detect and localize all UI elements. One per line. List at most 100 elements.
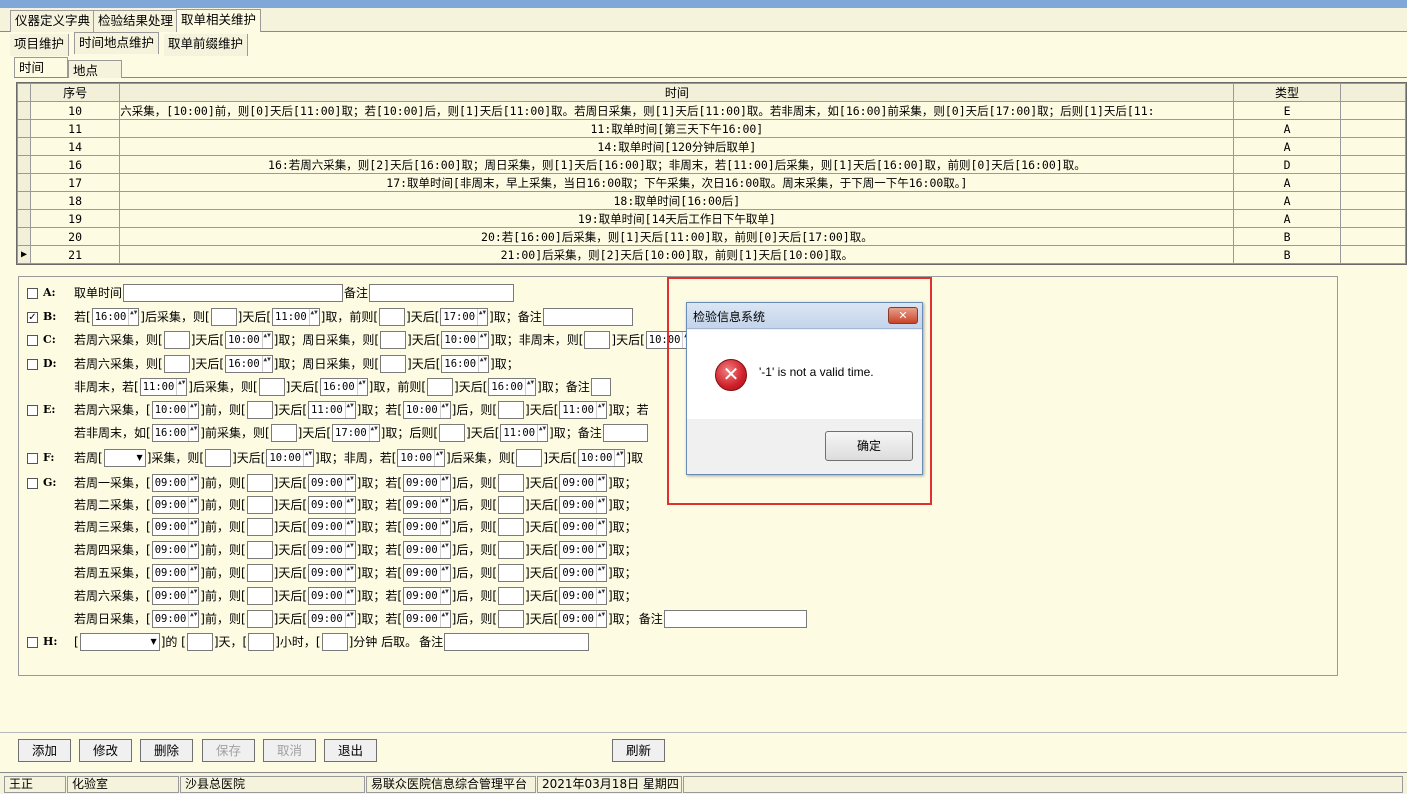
row-indicator[interactable] [17, 209, 31, 228]
number-input[interactable] [498, 496, 525, 514]
tab-prefix-maintenance[interactable]: 取单前缀维护 [164, 34, 249, 56]
spinner-arrows-icon[interactable]: ▲▼ [596, 542, 606, 558]
number-input[interactable] [380, 331, 407, 349]
remark-input[interactable] [542, 308, 633, 326]
row-indicator[interactable] [17, 173, 31, 192]
time-spinner[interactable]: 16:00 ▲▼ [488, 378, 537, 396]
row-indicator[interactable] [17, 227, 31, 246]
cell-blank[interactable] [1339, 119, 1406, 138]
spinner-arrows-icon[interactable]: ▲▼ [596, 565, 606, 581]
time-spinner[interactable]: 09:00 ▲▼ [403, 541, 451, 559]
chevron-down-icon[interactable]: ▼ [137, 448, 143, 468]
number-input[interactable] [163, 355, 190, 373]
spinner-arrows-icon[interactable]: ▲▼ [478, 332, 488, 348]
cell-type[interactable]: D [1233, 155, 1341, 174]
exit-button[interactable]: 退出 [324, 739, 377, 762]
spinner-arrows-icon[interactable]: ▲▼ [344, 611, 355, 627]
spinner-arrows-icon[interactable]: ▲▼ [368, 425, 379, 441]
spinner-arrows-icon[interactable]: ▲▼ [439, 402, 450, 418]
spinner-arrows-icon[interactable]: ▲▼ [344, 519, 355, 535]
time-spinner[interactable]: 17:00 ▲▼ [332, 424, 380, 442]
spinner-arrows-icon[interactable]: ▲▼ [188, 565, 198, 581]
checkbox-a[interactable] [27, 287, 38, 299]
dropdown-select[interactable]: ▼ [79, 633, 160, 651]
dropdown-select[interactable]: ▼ [103, 448, 146, 468]
table-row[interactable]: 18 18:取单时间[16:00后] A [17, 191, 1406, 210]
remark-input[interactable] [369, 284, 515, 302]
remark-input[interactable] [663, 610, 807, 628]
checkbox-e[interactable] [27, 404, 38, 416]
cell-blank[interactable] [1339, 137, 1406, 156]
spinner-arrows-icon[interactable]: ▲▼ [596, 402, 606, 418]
delete-button[interactable]: 删除 [140, 739, 193, 762]
number-input[interactable] [321, 633, 348, 651]
checkbox-f[interactable] [27, 452, 38, 464]
pickup-time-input[interactable] [123, 284, 344, 302]
time-spinner[interactable]: 09:00 ▲▼ [151, 564, 200, 582]
number-input[interactable] [498, 587, 525, 605]
number-input[interactable] [584, 331, 611, 349]
number-input[interactable] [498, 541, 525, 559]
spinner-arrows-icon[interactable]: ▲▼ [596, 497, 606, 513]
number-input[interactable] [380, 355, 407, 373]
table-row[interactable]: 10 六采集，[10:00]前，则[0]天后[11:00]取；若[10:00]后，… [17, 101, 1406, 120]
spinner-arrows-icon[interactable]: ▲▼ [344, 475, 355, 491]
spinner-arrows-icon[interactable]: ▲▼ [344, 497, 355, 513]
number-input[interactable] [270, 424, 297, 442]
spinner-arrows-icon[interactable]: ▲▼ [344, 542, 355, 558]
tab-item-maintenance[interactable]: 项目维护 [10, 34, 70, 56]
cell-blank[interactable] [1339, 191, 1406, 210]
time-spinner[interactable]: 11:00 ▲▼ [559, 401, 607, 419]
cell-blank[interactable] [1339, 209, 1406, 228]
cell-blank[interactable] [1339, 101, 1406, 120]
time-spinner[interactable]: 11:00 ▲▼ [139, 378, 188, 396]
column-header-time[interactable]: 时间 [119, 83, 1235, 102]
time-spinner[interactable]: 10:00▲▼ [441, 331, 490, 349]
remark-input[interactable] [602, 424, 648, 442]
time-spinner[interactable]: 09:00 ▲▼ [403, 474, 451, 492]
table-row[interactable]: 11 11:取单时间[第三天下午16:00] A [17, 119, 1406, 138]
spinner-arrows-icon[interactable]: ▲▼ [188, 519, 198, 535]
number-input[interactable] [246, 610, 273, 628]
cell-no[interactable]: 17 [29, 173, 121, 192]
number-input[interactable] [246, 587, 273, 605]
cell-time[interactable]: 20:若[16:00]后采集，则[1]天后[11:00]取，前则[0]天后[17… [119, 227, 1235, 246]
number-input[interactable] [258, 378, 285, 396]
spinner-arrows-icon[interactable]: ▲▼ [188, 425, 198, 441]
number-input[interactable] [246, 401, 273, 419]
cell-time[interactable]: 18:取单时间[16:00后] [119, 191, 1235, 210]
cell-time[interactable]: 17:取单时间[非周末，早上采集，当日16:00取；下午采集，次日16:00取。… [119, 173, 1235, 192]
time-spinner[interactable]: 09:00 ▲▼ [151, 587, 200, 605]
cell-blank[interactable] [1339, 155, 1406, 174]
checkbox-c[interactable] [27, 334, 38, 346]
spinner-arrows-icon[interactable]: ▲▼ [477, 309, 487, 325]
time-spinner[interactable]: 16:00 ▲▼ [151, 424, 200, 442]
spinner-arrows-icon[interactable]: ▲▼ [439, 611, 450, 627]
time-spinner[interactable]: 09:00 ▲▼ [559, 474, 607, 492]
tab-pickup-maintenance[interactable]: 取单相关维护 [176, 9, 262, 32]
time-spinner[interactable]: 09:00 ▲▼ [559, 518, 607, 536]
cell-time[interactable]: 21:00]后采集，则[2]天后[10:00]取，前则[1]天后[10:00]取… [119, 245, 1235, 264]
spinner-arrows-icon[interactable]: ▲▼ [525, 379, 535, 395]
number-input[interactable] [498, 610, 525, 628]
table-row[interactable]: 20 20:若[16:00]后采集，则[1]天后[11:00]取，前则[0]天后[… [17, 227, 1406, 246]
time-spinner[interactable]: 10:00▲▼ [577, 449, 626, 467]
number-input[interactable] [498, 401, 525, 419]
cell-no[interactable]: 18 [29, 191, 121, 210]
row-indicator[interactable]: ▶ [17, 245, 31, 264]
cell-blank[interactable] [1339, 245, 1406, 264]
number-input[interactable] [379, 308, 406, 326]
number-input[interactable] [246, 496, 273, 514]
tab-instrument-dictionary[interactable]: 仪器定义字典 [10, 10, 96, 32]
cell-type[interactable]: A [1233, 209, 1341, 228]
number-input[interactable] [248, 633, 275, 651]
cell-time[interactable]: 19:取单时间[14天后工作日下午取单] [119, 209, 1235, 228]
number-input[interactable] [246, 564, 273, 582]
cell-type[interactable]: A [1233, 137, 1341, 156]
spinner-arrows-icon[interactable]: ▲▼ [128, 309, 138, 325]
checkbox-d[interactable] [27, 358, 38, 370]
column-header-no[interactable]: 序号 [29, 83, 121, 102]
remark-input[interactable] [444, 633, 590, 651]
time-spinner[interactable]: 16:00 ▲▼ [225, 355, 273, 373]
spinner-arrows-icon[interactable]: ▲▼ [308, 309, 319, 325]
